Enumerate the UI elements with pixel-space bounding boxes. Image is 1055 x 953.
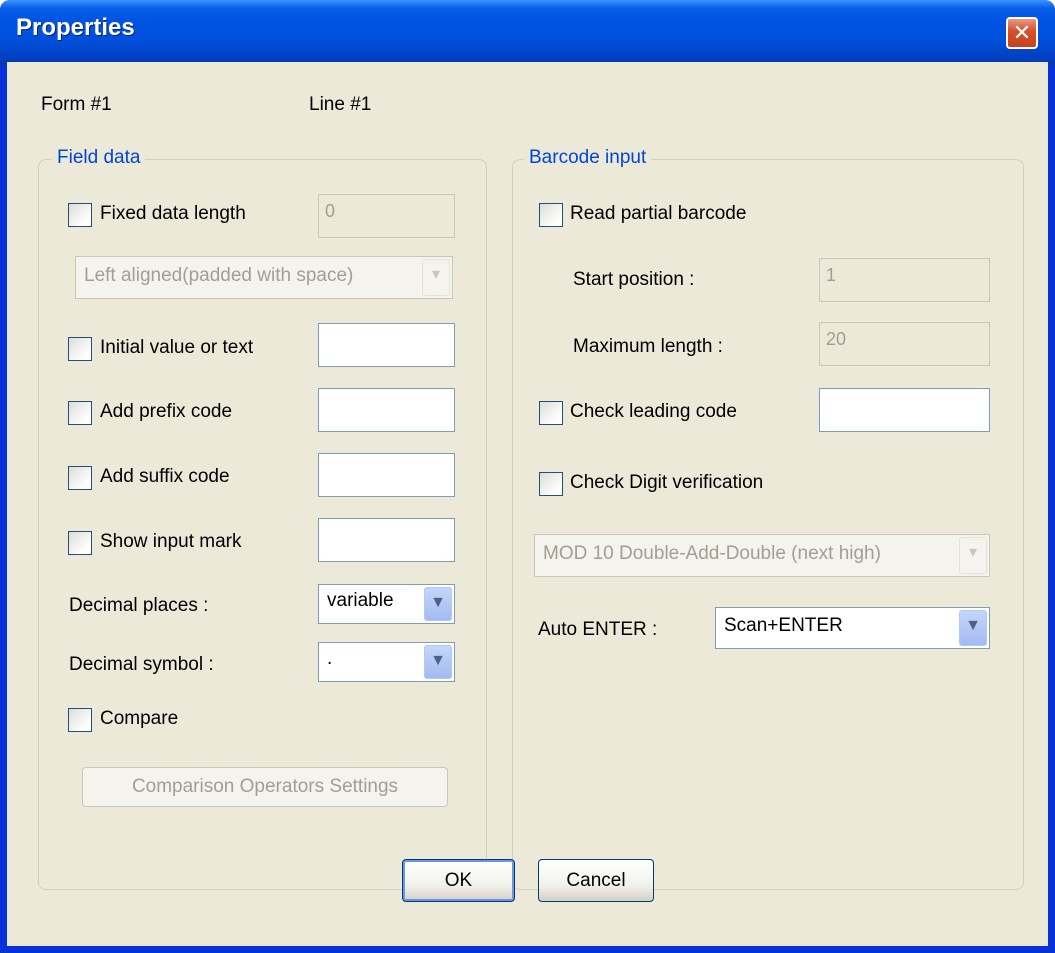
auto-enter-label: Auto ENTER :	[538, 619, 658, 640]
chevron-down-icon: ▼	[424, 645, 452, 679]
prefix-input[interactable]	[318, 388, 455, 432]
form-label: Form #1	[41, 94, 112, 115]
initial-value-input[interactable]	[318, 323, 455, 367]
decimal-places-label: Decimal places :	[69, 595, 209, 616]
fixed-length-label: Fixed data length	[100, 203, 246, 224]
fixed-length-input[interactable]: 0	[318, 194, 455, 238]
max-length-label: Maximum length :	[573, 336, 723, 357]
ok-button[interactable]: OK	[402, 859, 515, 902]
leading-code-input[interactable]	[819, 388, 990, 432]
decimal-symbol-dropdown[interactable]: . ▼	[318, 642, 455, 682]
compare-label: Compare	[100, 708, 179, 729]
prefix-checkbox[interactable]	[68, 401, 92, 425]
leading-code-checkbox[interactable]	[539, 401, 563, 425]
close-button[interactable]: ✕	[1006, 17, 1038, 49]
fixed-length-checkbox[interactable]	[68, 203, 92, 227]
prefix-label: Add prefix code	[100, 401, 233, 422]
suffix-input[interactable]	[318, 453, 455, 497]
field-data-title: Field data	[52, 147, 146, 169]
window-title: Properties	[16, 14, 135, 41]
alignment-dropdown[interactable]: Left aligned(padded with space) ▾	[75, 256, 453, 299]
check-digit-checkbox[interactable]	[539, 472, 563, 496]
check-digit-label: Check Digit verification	[570, 472, 764, 493]
suffix-label: Add suffix code	[100, 466, 230, 487]
title-bar[interactable]: Properties ✕	[0, 0, 1055, 66]
close-icon: ✕	[1012, 20, 1032, 45]
read-partial-label: Read partial barcode	[570, 203, 747, 224]
properties-dialog: Properties ✕ Form #1 Line #1 Field data …	[0, 0, 1055, 953]
read-partial-checkbox[interactable]	[539, 203, 563, 227]
comparison-operators-button[interactable]: Comparison Operators Settings	[82, 767, 448, 807]
input-mark-label: Show input mark	[100, 531, 242, 552]
check-digit-method-value: MOD 10 Double-Add-Double (next high)	[543, 543, 881, 564]
chevron-down-icon: ▾	[422, 259, 450, 296]
alignment-value: Left aligned(padded with space)	[84, 265, 354, 286]
initial-value-checkbox[interactable]	[68, 337, 92, 361]
max-length-input[interactable]: 20	[819, 322, 990, 366]
line-label: Line #1	[309, 94, 372, 115]
suffix-checkbox[interactable]	[68, 466, 92, 490]
cancel-button[interactable]: Cancel	[538, 859, 654, 902]
decimal-places-value: variable	[327, 590, 394, 611]
input-mark-checkbox[interactable]	[68, 531, 92, 555]
auto-enter-dropdown[interactable]: Scan+ENTER ▼	[715, 607, 990, 649]
check-digit-method-dropdown[interactable]: MOD 10 Double-Add-Double (next high) ▾	[534, 534, 990, 577]
dialog-body: Form #1 Line #1 Field data Fixed data le…	[7, 62, 1048, 946]
decimal-symbol-label: Decimal symbol :	[69, 654, 214, 675]
initial-value-label: Initial value or text	[100, 337, 254, 358]
decimal-places-dropdown[interactable]: variable ▼	[318, 584, 455, 624]
start-position-input[interactable]: 1	[819, 258, 990, 302]
compare-checkbox[interactable]	[68, 708, 92, 732]
barcode-input-title: Barcode input	[524, 147, 652, 169]
leading-code-label: Check leading code	[570, 401, 737, 422]
input-mark-input[interactable]	[318, 518, 455, 562]
chevron-down-icon: ▾	[959, 537, 987, 574]
decimal-symbol-value: .	[327, 648, 333, 669]
auto-enter-value: Scan+ENTER	[724, 615, 843, 636]
chevron-down-icon: ▼	[424, 587, 452, 621]
start-position-label: Start position :	[573, 269, 695, 290]
chevron-down-icon: ▼	[959, 610, 987, 646]
